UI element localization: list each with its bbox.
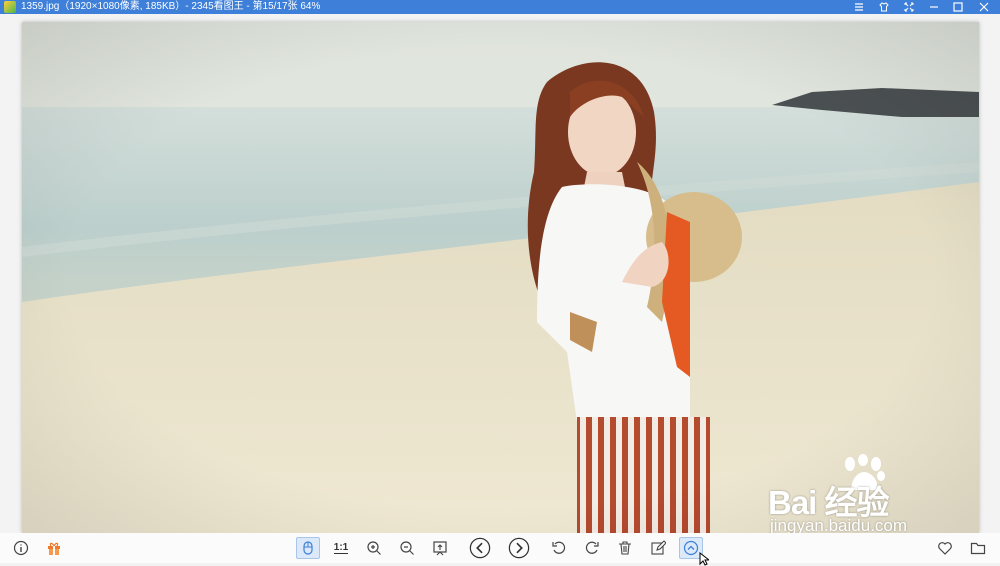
favorite-icon: [938, 542, 952, 555]
folder-icon: [970, 542, 986, 555]
edit-icon: [651, 540, 666, 555]
mouse-cursor-icon: [699, 552, 709, 566]
gift-icon: [48, 542, 60, 555]
menu-icon: [855, 3, 863, 11]
skin-button[interactable]: [873, 0, 895, 14]
folder-button[interactable]: [966, 537, 990, 559]
title-bar: 1359.jpg（1920×1080像素, 185KB）- 2345看图王 - …: [0, 0, 1000, 14]
menu-button[interactable]: [848, 0, 870, 14]
baidu-watermark: Bai 经验 jingyan.baidu.com: [768, 454, 958, 544]
zoom-out-icon: [400, 541, 414, 555]
fullscreen-icon: [904, 2, 914, 12]
minimize-icon: [930, 6, 938, 8]
delete-icon: [619, 541, 631, 555]
next-icon: [508, 537, 530, 559]
zoom-out-button[interactable]: [395, 537, 419, 559]
fit-window-button[interactable]: [428, 537, 452, 559]
info-button[interactable]: [9, 537, 33, 559]
actual-size-label: 1:1: [333, 541, 349, 554]
rotate-left-icon: [552, 541, 566, 554]
gift-button[interactable]: [42, 537, 66, 559]
previous-button[interactable]: [468, 537, 492, 559]
actual-size-button[interactable]: 1:1: [329, 537, 353, 559]
minimize-button[interactable]: [923, 0, 945, 14]
rotate-right-icon: [585, 541, 599, 554]
skin-icon: [879, 2, 889, 12]
zoom-in-icon: [367, 541, 381, 555]
delete-button[interactable]: [613, 537, 637, 559]
fit-window-icon: [433, 541, 447, 556]
next-button[interactable]: [507, 537, 531, 559]
zoom-in-button[interactable]: [362, 537, 386, 559]
info-icon: [13, 540, 29, 556]
close-button[interactable]: [973, 0, 995, 14]
maximize-button[interactable]: [947, 0, 969, 14]
rotate-right-button[interactable]: [580, 537, 604, 559]
previous-icon: [469, 537, 491, 559]
mouse-mode-button[interactable]: [296, 537, 320, 559]
maximize-icon: [953, 2, 963, 12]
app-icon: [4, 1, 16, 13]
mouse-mode-icon: [303, 541, 313, 555]
favorite-button[interactable]: [933, 537, 957, 559]
fullscreen-button[interactable]: [898, 0, 920, 14]
close-icon: [979, 2, 989, 12]
more-icon: [683, 540, 699, 556]
edit-button[interactable]: [646, 537, 670, 559]
rotate-left-button[interactable]: [547, 537, 571, 559]
bottom-toolbar: 1:1: [0, 533, 1000, 563]
window-title: 1359.jpg（1920×1080像素, 185KB）- 2345看图王 - …: [21, 1, 321, 12]
